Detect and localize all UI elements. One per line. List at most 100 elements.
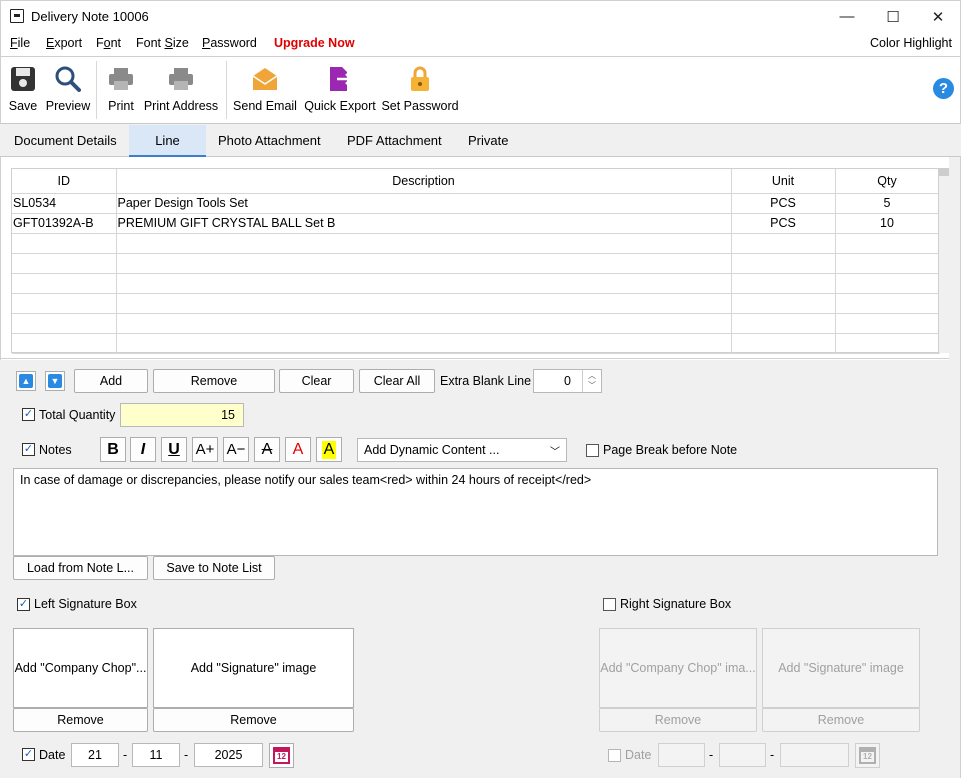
table-row-empty[interactable] (12, 333, 940, 354)
export-document-icon (330, 67, 353, 91)
print-button[interactable]: Print (103, 57, 139, 123)
column-header-qty[interactable]: Qty (835, 169, 940, 194)
print-address-button[interactable]: Print Address (141, 57, 221, 123)
highlight-icon: A (321, 440, 337, 459)
table-scrollbar-thumb[interactable] (939, 168, 949, 176)
column-header-unit[interactable]: Unit (731, 169, 836, 194)
table-row-empty[interactable] (12, 293, 940, 314)
notes-textarea[interactable]: In case of damage or discrepancies, plea… (13, 468, 938, 556)
font-grow-icon: A+ (195, 441, 215, 458)
cell-qty[interactable]: 10 (835, 213, 940, 234)
tab-pdf-attachment[interactable]: PDF Attachment (335, 125, 454, 157)
right-company-chop-button[interactable]: Add "Company Chop" ima... (599, 628, 757, 708)
maximize-button[interactable]: ☐ (870, 1, 916, 32)
table-row-empty[interactable] (12, 233, 940, 254)
font-shrink-icon: A− (226, 441, 246, 458)
column-header-id[interactable]: ID (12, 169, 117, 194)
clear-all-button[interactable]: Clear All (359, 369, 435, 393)
strikethrough-icon: A (261, 440, 273, 458)
left-signature-remove-button[interactable]: Remove (153, 708, 354, 732)
menu-color-highlight[interactable]: Color Highlight (870, 36, 952, 50)
right-calendar-button[interactable]: 12 (855, 743, 880, 768)
left-signature-checkbox[interactable]: ✓ (17, 598, 30, 611)
minimize-button[interactable]: — (824, 1, 870, 32)
menu-font-size[interactable]: Font Size (136, 36, 189, 50)
left-date-month[interactable]: 11 (132, 743, 180, 767)
red-text-button[interactable]: A (285, 437, 311, 462)
underline-button[interactable]: U (161, 437, 187, 462)
dynamic-content-dropdown[interactable]: Add Dynamic Content ... ﹀ (357, 438, 567, 462)
left-signature-image-button[interactable]: Add "Signature" image (153, 628, 354, 708)
table-row-empty[interactable] (12, 253, 940, 274)
menu-file[interactable]: File (10, 36, 30, 50)
cell-qty[interactable]: 5 (835, 193, 940, 214)
tab-private[interactable]: Private (456, 125, 520, 157)
cell-id[interactable]: SL0534 (12, 193, 117, 214)
right-signature-image-button[interactable]: Add "Signature" image (762, 628, 920, 708)
cell-description[interactable]: PREMIUM GIFT CRYSTAL BALL Set B (116, 213, 732, 234)
left-chop-remove-button[interactable]: Remove (13, 708, 148, 732)
left-date-checkbox[interactable]: ✓ (22, 748, 35, 761)
move-down-button[interactable]: ▼ (45, 371, 65, 391)
right-date-month[interactable] (719, 743, 766, 767)
cell-id[interactable]: GFT01392A-B (12, 213, 117, 234)
italic-button[interactable]: I (130, 437, 156, 462)
send-email-button[interactable]: Send Email (231, 57, 299, 123)
menu-font[interactable]: Font (96, 36, 121, 50)
left-calendar-button[interactable]: 12 (269, 743, 294, 768)
save-button[interactable]: Save (5, 57, 41, 123)
increase-font-button[interactable]: A+ (192, 437, 218, 462)
table-row[interactable]: GFT01392A-B PREMIUM GIFT CRYSTAL BALL Se… (12, 213, 940, 234)
page-break-checkbox[interactable]: ✓ (586, 444, 599, 457)
remove-button[interactable]: Remove (153, 369, 275, 393)
cell-description[interactable]: Paper Design Tools Set (116, 193, 732, 214)
right-signature-checkbox[interactable]: ✓ (603, 598, 616, 611)
preview-button[interactable]: Preview (43, 57, 93, 123)
toolbar-separator (96, 61, 97, 119)
bold-button[interactable]: B (100, 437, 126, 462)
cell-unit[interactable]: PCS (731, 213, 836, 234)
tab-line-item[interactable]: Line Item (129, 125, 206, 179)
left-date-year[interactable]: 2025 (194, 743, 263, 767)
table-scrollbar[interactable] (939, 168, 949, 353)
left-company-chop-button[interactable]: Add "Company Chop"... (13, 628, 148, 708)
load-from-note-list-button[interactable]: Load from Note L... (13, 556, 148, 580)
extra-blank-line-label: Extra Blank Line (440, 374, 532, 388)
save-label: Save (8, 99, 38, 113)
help-icon[interactable]: ? (933, 78, 954, 99)
strikethrough-button[interactable]: A (254, 437, 280, 462)
tab-document-details[interactable]: Document Details (2, 125, 129, 157)
right-date-year[interactable] (780, 743, 849, 767)
menu-password[interactable]: Password (202, 36, 257, 50)
quick-export-button[interactable]: Quick Export (303, 57, 377, 123)
left-date-day[interactable]: 21 (71, 743, 119, 767)
save-to-note-list-button[interactable]: Save to Note List (153, 556, 275, 580)
decrease-font-button[interactable]: A− (223, 437, 249, 462)
right-date-day[interactable] (658, 743, 705, 767)
table-row-empty[interactable] (12, 273, 940, 294)
notes-checkbox[interactable]: ✓ (22, 443, 35, 456)
cell-unit[interactable]: PCS (731, 193, 836, 214)
set-password-button[interactable]: Set Password (379, 57, 461, 123)
right-signature-remove-button[interactable]: Remove (762, 708, 920, 732)
toolbar-separator (226, 61, 227, 119)
menu-export[interactable]: Export (46, 36, 82, 50)
move-up-button[interactable]: ▲ (16, 371, 36, 391)
table-header-row: ID Description Unit Qty (12, 169, 940, 194)
table-row-empty[interactable] (12, 313, 940, 334)
right-date-checkbox[interactable]: ✓ (608, 749, 621, 762)
close-button[interactable]: ✕ (915, 1, 961, 32)
right-chop-remove-button[interactable]: Remove (599, 708, 757, 732)
highlight-button[interactable]: A (316, 437, 342, 462)
bold-icon: B (107, 440, 119, 458)
total-quantity-checkbox[interactable]: ✓ (22, 408, 35, 421)
clear-button[interactable]: Clear (279, 369, 354, 393)
table-row[interactable]: SL0534 Paper Design Tools Set PCS 5 (12, 193, 940, 214)
menu-upgrade-now[interactable]: Upgrade Now (274, 36, 355, 50)
column-header-description[interactable]: Description (116, 169, 732, 194)
add-button[interactable]: Add (74, 369, 148, 393)
notes-label: Notes (39, 443, 72, 457)
print-label: Print (108, 99, 134, 113)
tab-photo-attachment[interactable]: Photo Attachment (206, 125, 333, 157)
spinner-icon[interactable]: ︿ ﹀ (582, 370, 601, 392)
